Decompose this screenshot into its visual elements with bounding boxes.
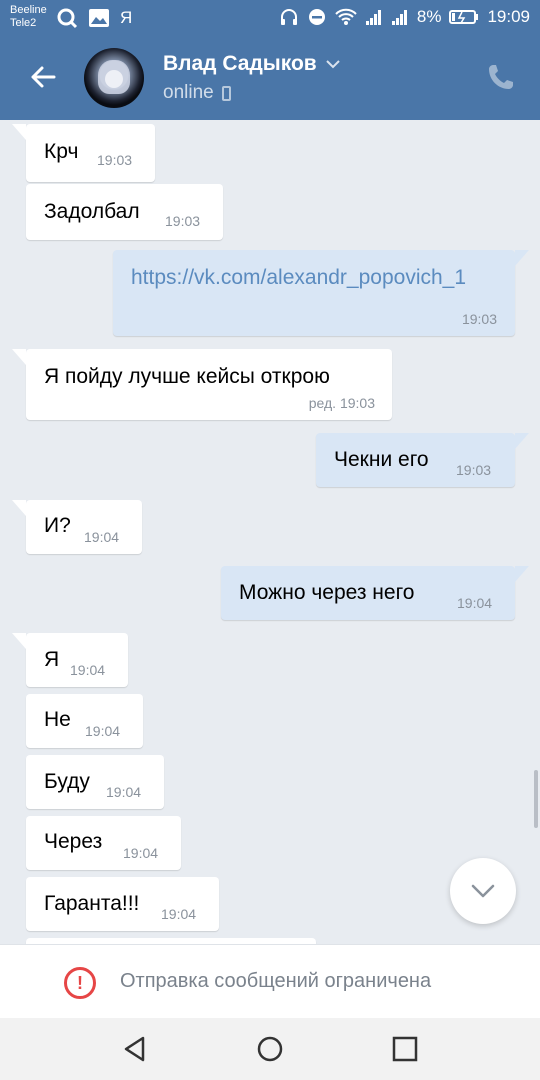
chevron-down-icon bbox=[471, 884, 495, 898]
message-text: Крч bbox=[44, 140, 79, 163]
avatar[interactable] bbox=[84, 48, 144, 108]
message-text: Гаранта!!! bbox=[44, 892, 140, 915]
message-bubble-incoming[interactable]: Гаранта!!! 19:04 bbox=[26, 877, 219, 931]
message-link[interactable]: https://vk.com/alexandr_popovich_1 bbox=[131, 262, 501, 293]
message-text: Через bbox=[44, 830, 103, 853]
restriction-text: Отправка сообщений ограничена bbox=[120, 970, 432, 992]
message-list[interactable]: Крч 19:03 Задолбал 19:03 https://vk.com/… bbox=[0, 120, 540, 944]
message-bubble-incoming[interactable]: Через 19:04 bbox=[26, 816, 181, 870]
mobile-device-icon bbox=[221, 85, 231, 101]
message-time: 19:04 bbox=[84, 529, 120, 545]
scroll-to-bottom-button[interactable] bbox=[450, 858, 516, 924]
carrier-1: Beeline bbox=[10, 4, 47, 16]
back-arrow-icon[interactable] bbox=[28, 62, 58, 92]
carrier-2: Tele2 bbox=[10, 17, 37, 29]
message-bubble-incoming[interactable]: Не 19:04 bbox=[26, 694, 143, 748]
battery-percent: 8% bbox=[416, 7, 442, 26]
message-text: Чекни его bbox=[334, 448, 429, 471]
message-text: Можно через него bbox=[239, 581, 415, 604]
message-text: И? bbox=[44, 514, 71, 537]
chat-header: Влад Садыков online bbox=[0, 36, 540, 120]
message-bubble-outgoing[interactable]: Чекни его 19:03 bbox=[316, 433, 529, 487]
signal-icon bbox=[391, 10, 407, 25]
message-bubble-incoming[interactable]: И? 19:04 bbox=[12, 500, 142, 554]
q-app-icon bbox=[57, 8, 78, 29]
recents-square-icon[interactable] bbox=[391, 1035, 419, 1063]
message-bubble-incoming[interactable]: Я 19:04 bbox=[12, 633, 128, 687]
message-bubble-incoming[interactable]: Задолбал 19:03 bbox=[26, 184, 223, 240]
signal-icon bbox=[365, 10, 381, 25]
contact-status-row: online bbox=[163, 82, 231, 104]
dnd-icon bbox=[308, 9, 325, 25]
avatar-face bbox=[105, 70, 123, 88]
message-time: 19:03 bbox=[456, 462, 492, 478]
back-triangle-icon[interactable] bbox=[121, 1035, 149, 1063]
contact-name: Влад Садыков bbox=[163, 52, 317, 75]
message-bubble-incoming[interactable]: Буду 19:04 bbox=[26, 755, 164, 809]
clock: 19:09 bbox=[487, 7, 530, 26]
message-time: 19:04 bbox=[70, 662, 106, 678]
message-time: 19:04 bbox=[161, 906, 197, 922]
home-circle-icon[interactable] bbox=[256, 1035, 284, 1063]
status-bar: Beeline Tele2 Я 8% 19:09 bbox=[0, 0, 540, 36]
battery-icon bbox=[449, 10, 479, 24]
gallery-icon bbox=[89, 9, 109, 27]
message-text: Я пойду лучше кейсы открою bbox=[44, 365, 330, 388]
chevron-down-icon bbox=[325, 60, 340, 69]
message-bubble-incoming[interactable]: Я пойду лучше кейсы открою ред. 19:03 bbox=[12, 349, 392, 420]
carrier-labels: Beeline Tele2 bbox=[10, 4, 47, 30]
message-text: Задолбал bbox=[44, 200, 140, 223]
message-bubble-outgoing[interactable]: https://vk.com/alexandr_popovich_1 19:03 bbox=[113, 250, 529, 336]
exclamation-circle-icon: ! bbox=[64, 967, 96, 999]
message-bubble-outgoing[interactable]: Можно через него 19:04 bbox=[221, 566, 529, 620]
contact-name-row[interactable]: Влад Садыков bbox=[163, 52, 341, 76]
contact-status: online bbox=[163, 82, 214, 103]
headphones-icon bbox=[280, 9, 297, 25]
message-text: Я bbox=[44, 648, 60, 671]
message-time: 19:03 bbox=[165, 213, 201, 229]
wifi-icon bbox=[335, 8, 357, 25]
message-text: Буду bbox=[44, 770, 90, 793]
message-time: 19:04 bbox=[123, 845, 159, 861]
system-nav-bar bbox=[0, 1018, 540, 1080]
messaging-restricted-bar: ! Отправка сообщений ограничена bbox=[0, 944, 540, 1018]
message-time: 19:03 bbox=[97, 152, 133, 168]
message-time: 19:04 bbox=[106, 784, 142, 800]
message-time: ред. 19:03 bbox=[308, 395, 375, 411]
message-time: 19:04 bbox=[85, 723, 121, 739]
message-bubble-incoming[interactable]: Крч 19:03 bbox=[12, 124, 155, 182]
scrollbar-thumb[interactable] bbox=[534, 770, 538, 828]
yandex-icon: Я bbox=[120, 8, 133, 27]
phone-call-icon[interactable] bbox=[486, 62, 516, 92]
message-text: Не bbox=[44, 708, 71, 731]
message-time: 19:04 bbox=[457, 595, 493, 611]
message-time: 19:03 bbox=[461, 311, 497, 327]
